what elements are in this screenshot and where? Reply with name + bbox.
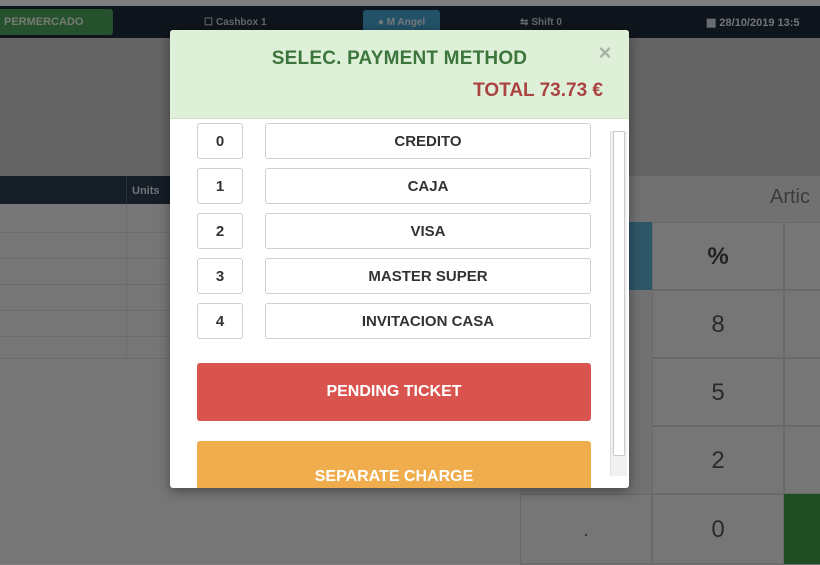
modal-title: SELEC. PAYMENT METHOD	[271, 48, 528, 69]
close-icon[interactable]: ×	[594, 42, 616, 64]
modal-body: 0 CREDITO 1 CAJA 2 VISA 3 MASTER SUPER 4…	[170, 119, 629, 488]
payment-method-visa-button[interactable]: VISA	[265, 213, 591, 249]
payment-number-badge[interactable]: 3	[197, 258, 243, 294]
payment-method-caja-button[interactable]: CAJA	[265, 168, 591, 204]
scrollbar-thumb[interactable]	[613, 131, 625, 456]
payment-method-modal: SELEC. PAYMENT METHOD × TOTAL 73.73 € 0 …	[170, 30, 629, 488]
pending-ticket-button[interactable]: PENDING TICKET	[197, 363, 591, 421]
payment-method-master-super-button[interactable]: MASTER SUPER	[265, 258, 591, 294]
payment-method-credito-button[interactable]: CREDITO	[265, 123, 591, 159]
payment-method-row: 2 VISA	[197, 213, 591, 249]
total-amount: TOTAL 73.73 €	[473, 80, 603, 101]
separate-charge-button[interactable]: SEPARATE CHARGE	[197, 441, 591, 488]
payment-method-row: 4 INVITACION CASA	[197, 303, 591, 339]
payment-method-row: 1 CAJA	[197, 168, 591, 204]
payment-number-badge[interactable]: 0	[197, 123, 243, 159]
modal-scrollbar[interactable]	[610, 131, 627, 476]
payment-number-badge[interactable]: 1	[197, 168, 243, 204]
payment-method-row: 3 MASTER SUPER	[197, 258, 591, 294]
payment-number-badge[interactable]: 2	[197, 213, 243, 249]
modal-header: SELEC. PAYMENT METHOD × TOTAL 73.73 €	[170, 30, 629, 119]
payment-method-invitacion-casa-button[interactable]: INVITACION CASA	[265, 303, 591, 339]
payment-method-row: 0 CREDITO	[197, 123, 591, 159]
payment-number-badge[interactable]: 4	[197, 303, 243, 339]
